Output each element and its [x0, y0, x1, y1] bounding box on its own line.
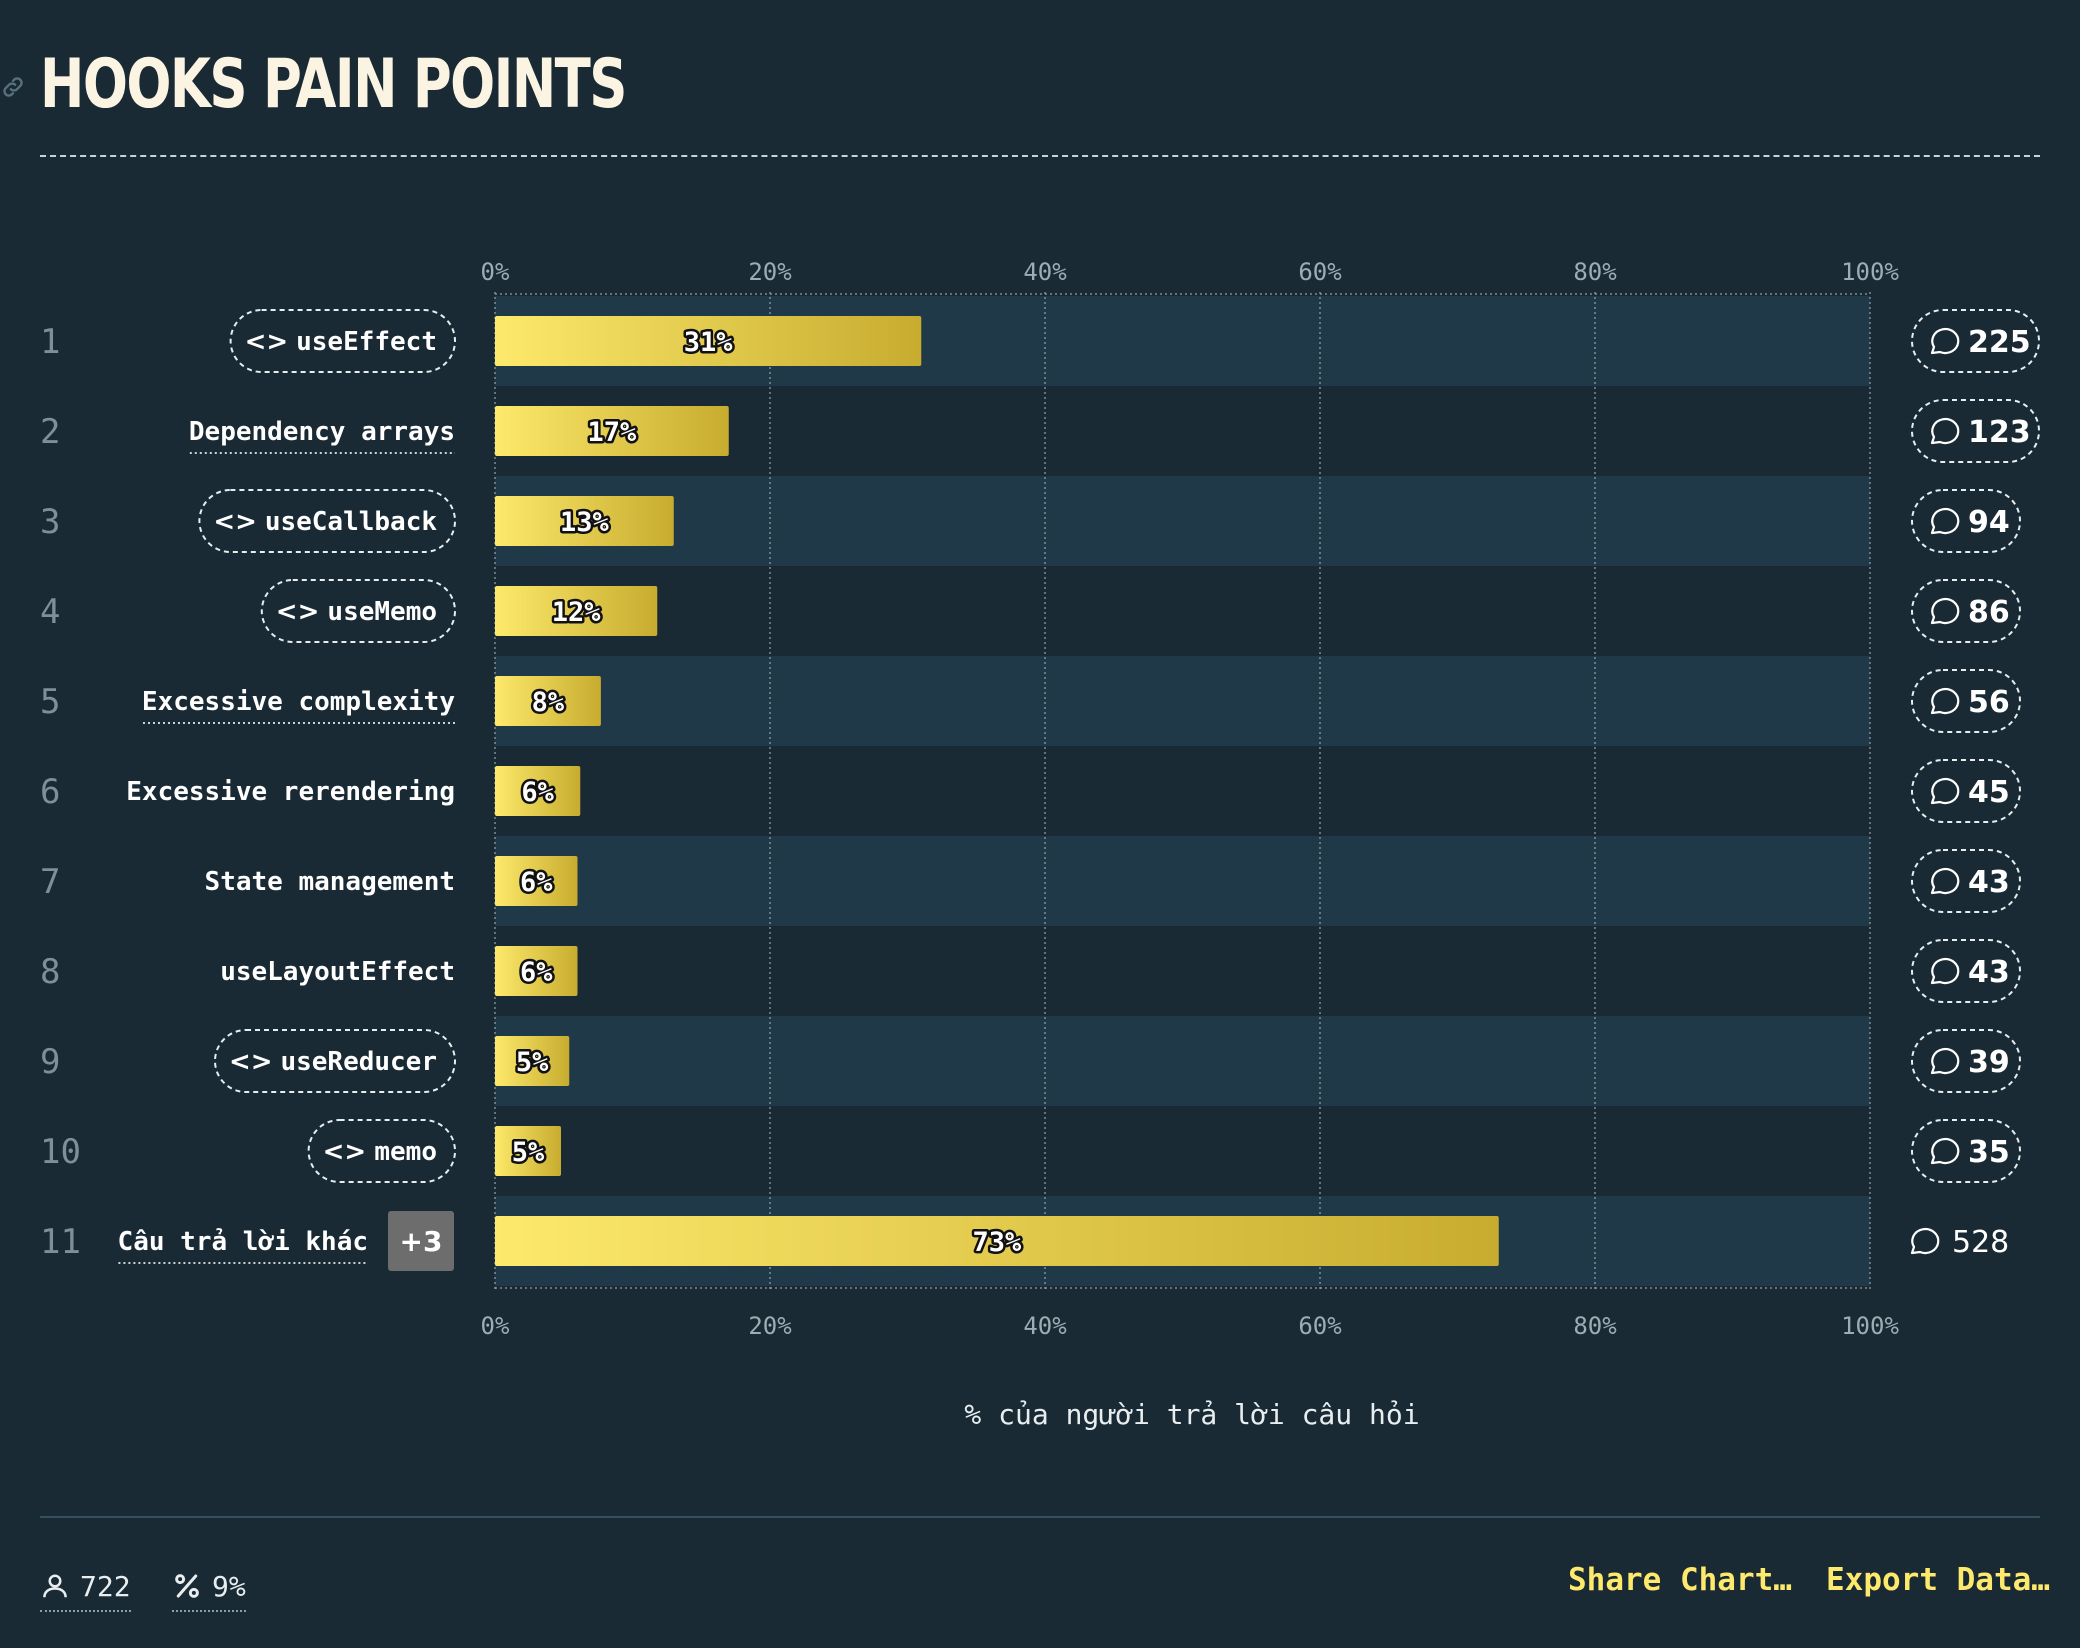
x-tick-label-bottom: 60% — [1298, 1312, 1342, 1340]
comment-icon — [1930, 597, 1960, 625]
comment-icon — [1930, 777, 1960, 805]
row-label: State management — [205, 867, 455, 897]
x-tick-label-bottom: 80% — [1573, 1312, 1617, 1340]
bar-value-label: 5% — [516, 1047, 549, 1078]
x-tick-label-top: 40% — [1023, 258, 1067, 286]
export-data-button[interactable]: Export Data… — [1826, 1562, 2050, 1598]
bar-value-label: 8% — [532, 687, 565, 718]
code-icon: <> — [229, 1047, 273, 1077]
row-band — [495, 476, 1870, 566]
row-rank: 6 — [40, 772, 60, 812]
comment-icon — [1930, 957, 1960, 985]
comment-icon — [1930, 417, 1960, 445]
row-label[interactable]: useReducer — [280, 1047, 437, 1077]
bar-value-label: 6% — [520, 867, 553, 898]
comment-count: 39 — [1968, 1045, 2010, 1080]
bar-value-label: 17% — [587, 417, 637, 448]
row-label[interactable]: useEffect — [296, 327, 437, 357]
comment-count[interactable]: 528 — [1952, 1225, 2009, 1260]
code-icon: <> — [276, 597, 320, 627]
row-rank: 2 — [40, 412, 60, 452]
comment-count: 43 — [1968, 865, 2010, 900]
row-rank: 3 — [40, 502, 60, 542]
x-tick-label-bottom: 20% — [748, 1312, 792, 1340]
comment-icon — [1930, 507, 1960, 535]
code-icon: <> — [323, 1137, 367, 1167]
row-label[interactable]: Excessive complexity — [142, 687, 455, 717]
percentage-stat[interactable]: 9% — [172, 1564, 246, 1612]
bar-value-label: 12% — [552, 597, 602, 628]
x-tick-label-top: 100% — [1841, 258, 1899, 286]
row-label[interactable]: memo — [374, 1137, 437, 1167]
row-rank: 1 — [40, 322, 60, 362]
comment-count: 86 — [1968, 595, 2010, 630]
x-tick-label-bottom: 0% — [481, 1312, 510, 1340]
comment-count: 225 — [1968, 325, 2031, 360]
footer-divider — [40, 1516, 2040, 1518]
row-rank: 11 — [40, 1222, 81, 1262]
comment-count: 56 — [1968, 685, 2010, 720]
row-rank: 9 — [40, 1042, 60, 1082]
comment-count: 123 — [1968, 415, 2031, 450]
comment-count: 43 — [1968, 955, 2010, 990]
bar-value-label: 6% — [521, 777, 554, 808]
row-band — [495, 656, 1870, 746]
bar-value-label: 5% — [512, 1137, 545, 1168]
row-label: useLayoutEffect — [220, 957, 455, 987]
bar-value-label: 73% — [972, 1227, 1022, 1258]
respondents-count: 722 — [80, 1569, 131, 1603]
x-axis-label: % của người trả lời câu hỏi — [964, 1398, 1419, 1431]
row-rank: 10 — [40, 1132, 81, 1172]
x-tick-label-bottom: 100% — [1841, 1312, 1899, 1340]
x-tick-label-top: 80% — [1573, 258, 1617, 286]
comment-count: 94 — [1968, 505, 2010, 540]
comment-count: 35 — [1968, 1135, 2010, 1170]
row-rank: 8 — [40, 952, 60, 992]
row-band — [495, 1016, 1870, 1106]
x-tick-label-top: 60% — [1298, 258, 1342, 286]
percentage-value: 9% — [212, 1569, 246, 1603]
row-band — [495, 836, 1870, 926]
comment-count: 45 — [1968, 775, 2010, 810]
x-tick-label-bottom: 40% — [1023, 1312, 1067, 1340]
comment-icon — [1930, 687, 1960, 715]
comment-icon — [1930, 1047, 1960, 1075]
bar-value-label: 6% — [520, 957, 553, 988]
row-rank: 5 — [40, 682, 60, 722]
row-rank: 7 — [40, 862, 60, 902]
row-label[interactable]: Câu trả lời khác — [118, 1227, 368, 1257]
share-chart-button[interactable]: Share Chart… — [1568, 1562, 1792, 1598]
x-tick-label-top: 0% — [481, 258, 510, 286]
respondents-stat[interactable]: 722 — [40, 1564, 131, 1612]
person-icon — [43, 1574, 67, 1598]
row-label[interactable]: Dependency arrays — [189, 417, 455, 447]
row-label[interactable]: useCallback — [265, 507, 438, 537]
bar-value-label: 31% — [684, 327, 734, 358]
bar-value-label: 13% — [560, 507, 610, 538]
x-tick-label-top: 20% — [748, 258, 792, 286]
row-label: Excessive rerendering — [126, 777, 455, 807]
code-icon: <> — [245, 327, 289, 357]
code-icon: <> — [213, 507, 257, 537]
comment-icon — [1930, 327, 1960, 355]
row-label[interactable]: useMemo — [327, 597, 437, 627]
more-answers-count: +3 — [400, 1225, 443, 1258]
row-rank: 4 — [40, 592, 60, 632]
percent-icon — [175, 1574, 199, 1598]
bar-chart: 31%17%13%12%8%6%6%6%5%5%73% 1 <> useEffect… — [40, 258, 2040, 1431]
comment-icon — [1910, 1227, 1940, 1255]
comment-icon — [1930, 867, 1960, 895]
comment-icon — [1930, 1137, 1960, 1165]
